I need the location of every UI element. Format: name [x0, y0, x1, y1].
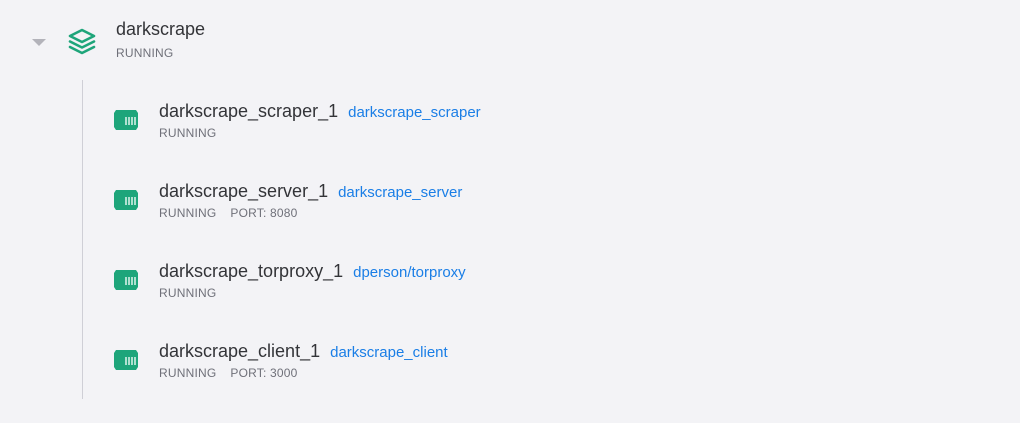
container-status: RUNNING: [159, 286, 217, 300]
container-name[interactable]: darkscrape_server_1: [159, 181, 328, 201]
container-status: RUNNING: [159, 126, 217, 140]
app-status: RUNNING: [116, 46, 174, 60]
container-row[interactable]: darkscrape_torproxy_1 dperson/torproxy RU…: [0, 240, 1020, 320]
container-icon: [114, 110, 138, 130]
container-name[interactable]: darkscrape_client_1: [159, 341, 320, 361]
container-name[interactable]: darkscrape_torproxy_1: [159, 261, 343, 281]
container-row[interactable]: darkscrape_server_1 darkscrape_server RUN…: [0, 160, 1020, 240]
app-name[interactable]: darkscrape: [116, 19, 205, 40]
container-name[interactable]: darkscrape_scraper_1: [159, 101, 338, 121]
container-port: PORT: 8080: [230, 206, 298, 220]
container-row[interactable]: darkscrape_client_1 darkscrape_client RUN…: [0, 320, 1020, 400]
image-link[interactable]: dperson/torproxy: [353, 264, 466, 281]
container-icon: [114, 190, 138, 210]
container-status: RUNNING: [159, 366, 217, 380]
container-icon: [114, 270, 138, 290]
container-status: RUNNING: [159, 206, 217, 220]
image-link[interactable]: darkscrape_scraper: [348, 104, 481, 121]
app-row[interactable]: darkscrape RUNNING: [0, 0, 1020, 80]
container-icon: [114, 350, 138, 370]
container-port: PORT: 3000: [230, 366, 298, 380]
container-row[interactable]: darkscrape_scraper_1 darkscrape_scraper R…: [0, 80, 1020, 160]
caret-down-icon[interactable]: [32, 39, 46, 46]
image-link[interactable]: darkscrape_server: [338, 184, 462, 201]
image-link[interactable]: darkscrape_client: [330, 344, 448, 361]
stack-icon: [68, 28, 96, 55]
